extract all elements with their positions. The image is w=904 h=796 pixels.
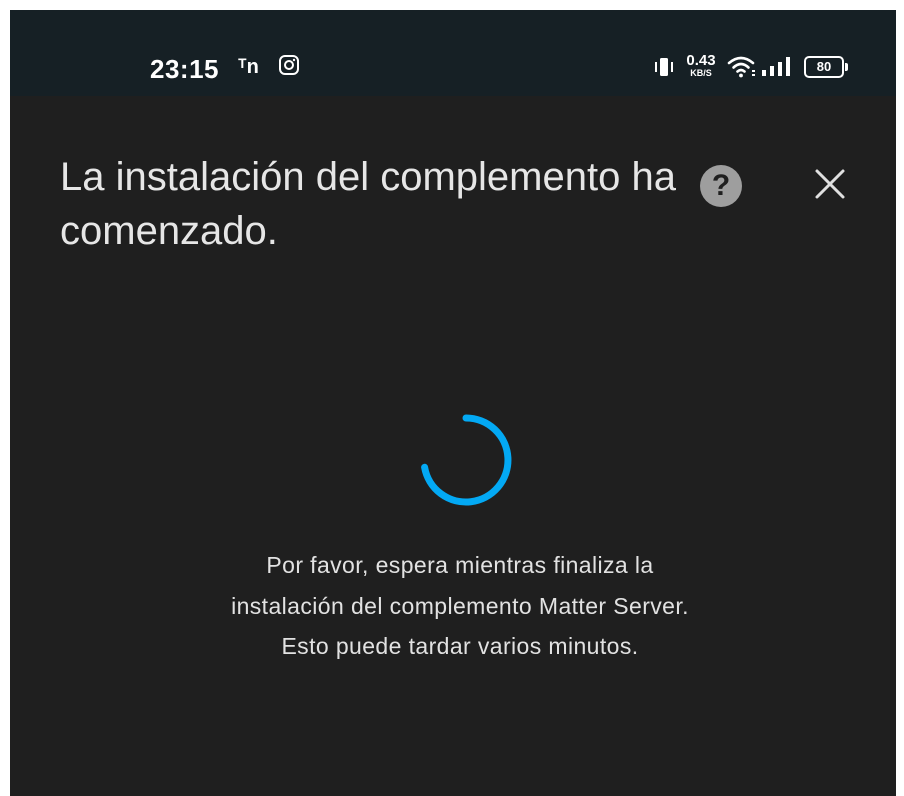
install-message: Por favor, espera mientras finaliza la i… (231, 552, 689, 659)
phone-screen: 23:15 ᵀn 0.43 KB/S 80 La instalación del… (10, 10, 896, 796)
close-icon (815, 169, 845, 199)
signal-icon (760, 56, 796, 83)
battery-icon: 80 (804, 56, 848, 78)
network-speed: 0.43 KB/S (684, 53, 718, 78)
instagram-icon (278, 54, 300, 81)
loading-spinner (416, 410, 516, 515)
wifi-icon (726, 54, 756, 83)
vibrate-icon (652, 56, 676, 83)
help-icon[interactable]: ? (700, 165, 742, 207)
dialog-title: La instalación del complemento ha comenz… (60, 155, 676, 253)
network-speed-unit: KB/S (690, 68, 712, 78)
status-time: 23:15 (150, 54, 219, 84)
close-button[interactable] (806, 160, 854, 208)
tn-icon: ᵀn (238, 56, 259, 78)
status-bar: 23:15 ᵀn 0.43 KB/S 80 (10, 10, 896, 96)
network-speed-value: 0.43 (686, 52, 716, 69)
